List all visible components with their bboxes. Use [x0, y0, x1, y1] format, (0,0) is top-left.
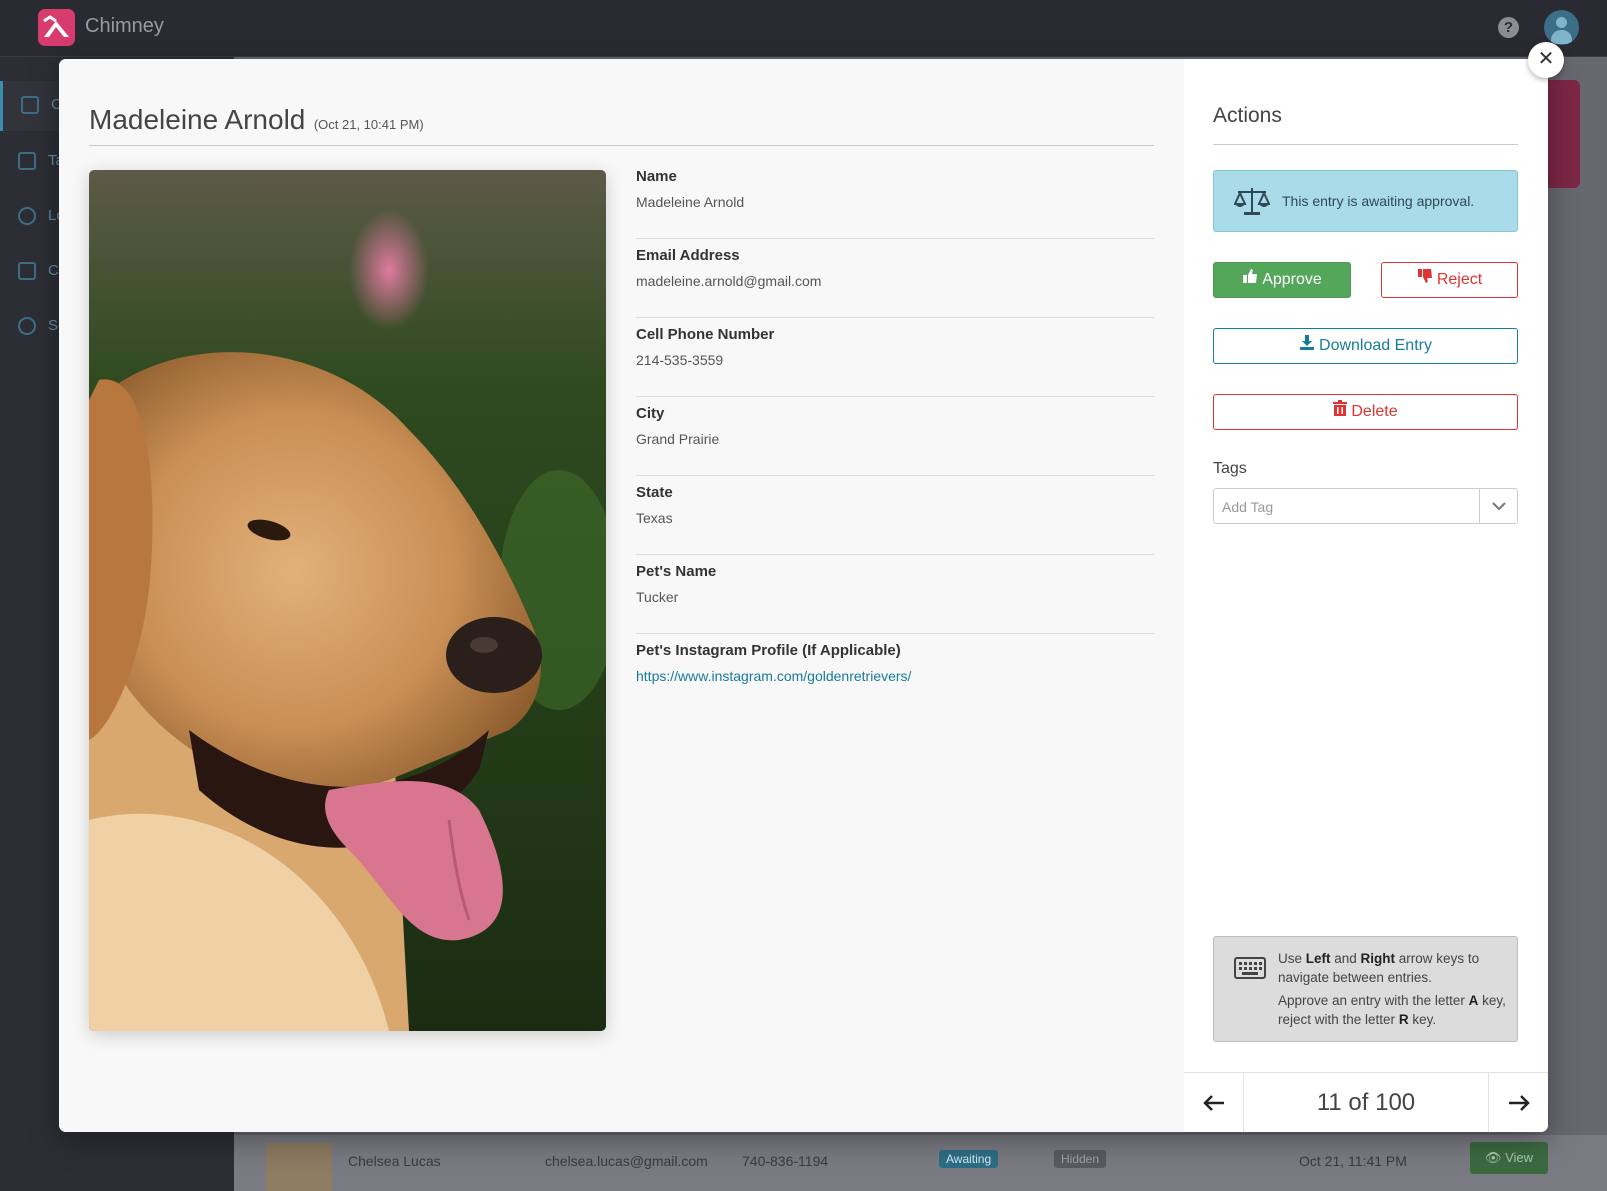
pager-count: 11 of 100: [1316, 1089, 1416, 1116]
chimney-logo-icon[interactable]: [38, 9, 75, 46]
chevron-down-icon[interactable]: [1479, 489, 1517, 523]
close-modal-button[interactable]: ✕: [1528, 42, 1564, 78]
approve-button[interactable]: Approve: [1213, 262, 1351, 298]
field-value: Madeleine Arnold: [636, 194, 745, 210]
field-label: Email Address: [636, 247, 740, 264]
field-value: Texas: [636, 510, 673, 526]
download-label: Download Entry: [1319, 337, 1432, 355]
shortcuts-text: Use Left and Right arrow keys to navigat…: [1278, 950, 1512, 1029]
tag-select[interactable]: Add Tag: [1213, 488, 1518, 524]
field-value: Tucker: [636, 589, 679, 605]
field-label: City: [636, 405, 665, 422]
field-value: 214-535-3559: [636, 352, 724, 368]
next-entry-button[interactable]: [1488, 1073, 1548, 1132]
entry-photo[interactable]: [89, 170, 606, 1031]
shortcuts-approve-reject: Approve an entry with the letter A key, …: [1278, 993, 1506, 1027]
previous-entry-button[interactable]: [1184, 1073, 1244, 1132]
field-pet-name: Pet's Name Tucker: [636, 555, 1154, 634]
status-text: This entry is awaiting approval.: [1282, 193, 1475, 209]
row-email: chelsea.lucas@gmail.com: [545, 1153, 708, 1169]
row-phone: 740-836-1194: [742, 1153, 829, 1169]
entry-date: (Oct 21, 10:41 PM): [313, 117, 424, 132]
tag-input[interactable]: Add Tag: [1222, 499, 1273, 515]
visibility-badge: Hidden: [1054, 1150, 1107, 1168]
megaphone-icon: [21, 96, 39, 114]
entry-details-panel: Madeleine Arnold (Oct 21, 10:41 PM) Name…: [59, 59, 1184, 1132]
instagram-link[interactable]: https://www.instagram.com/goldenretrieve…: [636, 668, 911, 684]
entry-pager: 11 of 100: [1184, 1072, 1548, 1132]
thumbs-down-icon: [1417, 263, 1433, 297]
view-button[interactable]: 👁 View: [1470, 1142, 1548, 1174]
tags-label: Tags: [1213, 460, 1247, 477]
delete-button[interactable]: Delete: [1213, 394, 1518, 430]
app-name: Chimney: [85, 15, 164, 37]
status-badge: Awaiting: [939, 1150, 999, 1168]
trash-icon: [1333, 395, 1348, 429]
field-instagram: Pet's Instagram Profile (If Applicable) …: [636, 634, 1154, 713]
row-name: Chelsea Lucas: [348, 1153, 441, 1169]
status-alert: This entry is awaiting approval.: [1213, 170, 1518, 232]
close-icon: ✕: [1537, 48, 1555, 70]
entry-name: Madeleine Arnold: [89, 104, 306, 135]
field-value: Grand Prairie: [636, 431, 720, 447]
sidebar-item-label: C: [48, 262, 59, 279]
actions-title: Actions: [1213, 104, 1518, 145]
thumbs-up-icon: [1242, 263, 1258, 297]
reject-label: Reject: [1436, 271, 1483, 289]
keyboard-icon: [1234, 957, 1266, 979]
field-city: City Grand Prairie: [636, 397, 1154, 476]
field-state: State Texas: [636, 476, 1154, 555]
field-phone: Cell Phone Number 214-535-3559: [636, 318, 1154, 397]
entry-modal: Madeleine Arnold (Oct 21, 10:41 PM) Name…: [59, 59, 1548, 1132]
download-entry-button[interactable]: Download Entry: [1213, 328, 1518, 364]
download-icon: [1299, 329, 1315, 363]
actions-panel: Actions This entry is awaiting approval.…: [1184, 59, 1548, 1132]
field-email: Email Address madeleine.arnold@gmail.com: [636, 239, 1154, 318]
balance-scale-icon: [1234, 188, 1270, 215]
row-date: Oct 21, 11:41 PM: [1299, 1153, 1407, 1169]
arrow-left-icon: [1203, 1095, 1224, 1111]
entry-thumbnail: [266, 1143, 332, 1191]
delete-label: Delete: [1351, 403, 1398, 421]
keyboard-shortcuts-hint: Use Left and Right arrow keys to navigat…: [1213, 936, 1518, 1042]
field-label: Cell Phone Number: [636, 326, 775, 343]
approve-label: Approve: [1262, 271, 1322, 289]
entry-title: Madeleine Arnold (Oct 21, 10:41 PM): [89, 104, 1154, 146]
question-circle-icon[interactable]: ?: [1498, 17, 1519, 38]
top-bar: Chimney ?: [0, 0, 1607, 57]
users-icon: [18, 262, 36, 280]
field-label: Pet's Name: [636, 563, 717, 580]
field-label: State: [636, 484, 673, 501]
globe-icon: [18, 207, 36, 225]
field-label: Name: [636, 168, 677, 185]
user-circle-icon[interactable]: [1544, 10, 1579, 45]
reject-button[interactable]: Reject: [1381, 262, 1518, 298]
shortcuts-navigate: Use Left and Right arrow keys to navigat…: [1278, 951, 1480, 985]
gears-icon: [18, 317, 36, 335]
field-value: madeleine.arnold@gmail.com: [636, 273, 822, 289]
tag-icon: [18, 152, 36, 170]
field-label: Pet's Instagram Profile (If Applicable): [636, 642, 901, 659]
dog-photo-illustration: [89, 170, 606, 1031]
table-row[interactable]: Chelsea Lucas chelsea.lucas@gmail.com 74…: [234, 1135, 1607, 1191]
arrow-right-icon: [1509, 1095, 1530, 1111]
field-name: Name Madeleine Arnold: [636, 160, 1154, 239]
